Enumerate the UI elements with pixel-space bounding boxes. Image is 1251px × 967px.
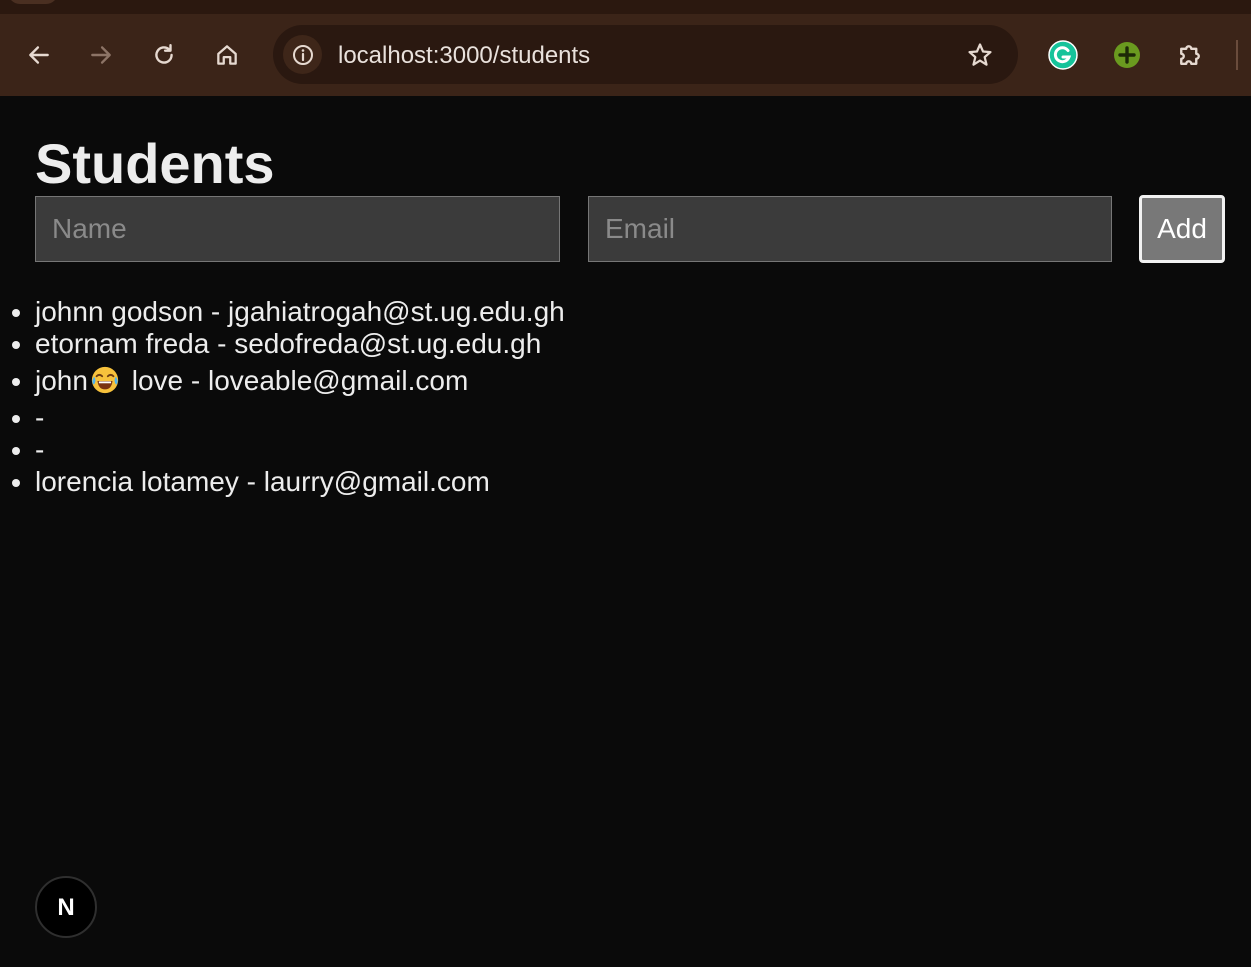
reload-icon [155,44,173,64]
student-name-first: john [35,365,88,396]
green-extension-button[interactable] [1108,36,1146,74]
back-button[interactable] [20,36,58,74]
bookmark-button[interactable] [964,39,996,71]
student-name: johnn godson [35,296,204,327]
student-separator: - [209,328,235,359]
star-icon [968,43,992,66]
student-list: johnn godson - jgahiatrogah@st.ug.edu.gh… [0,296,565,498]
nextjs-dev-tools-button[interactable]: N [35,876,97,938]
student-name: lorencia lotamey [35,466,239,497]
home-icon [217,45,237,65]
extensions-menu-button[interactable] [1171,36,1209,74]
list-item: - [35,402,565,434]
student-separator: - [35,434,45,465]
tab-strip [0,0,1251,14]
nextjs-badge-letter: N [57,894,74,921]
add-button[interactable]: Add [1139,195,1225,263]
info-icon [292,44,313,65]
student-name: etornam freda [35,328,210,359]
student-email: loveable@gmail.com [207,365,469,396]
grammarly-icon [1048,40,1078,70]
student-email: laurry@gmail.com [263,466,490,497]
list-item: lorencia lotamey - laurry@gmail.com [35,466,565,498]
site-info-button[interactable] [283,35,322,74]
page-title: Students [35,132,275,195]
student-email: jgahiatrogah@st.ug.edu.gh [228,296,565,327]
students-page: Students Add johnn godson - jgahiatrogah… [0,96,1251,967]
nextjs-logo-icon: N [57,894,74,921]
address-bar[interactable]: localhost:3000/students [273,25,1018,84]
name-input[interactable] [35,196,560,262]
face-with-tears-of-joy-emoji [91,366,119,394]
list-item: - [35,434,565,466]
puzzle-piece-icon [1180,45,1200,65]
student-separator: - [183,365,208,396]
arrow-left-icon [29,46,49,64]
green-plus-extension-icon [1114,42,1140,68]
forward-button[interactable] [82,36,120,74]
browser-toolbar: localhost:3000/students [0,0,1251,96]
reload-button[interactable] [145,36,183,74]
home-button[interactable] [208,36,246,74]
arrow-right-icon [91,46,111,64]
list-item: etornam freda - sedofreda@st.ug.edu.gh [35,328,565,360]
student-separator: - [238,466,264,497]
student-separator: - [203,296,229,327]
student-email: sedofreda@st.ug.edu.gh [234,328,542,359]
toolbar-divider [1236,40,1238,70]
email-input[interactable] [588,196,1112,262]
list-item: john love - loveable@gmail.com [35,360,565,402]
student-separator: - [35,402,45,433]
student-name-rest: love [123,365,184,396]
list-item: johnn godson - jgahiatrogah@st.ug.edu.gh [35,296,565,328]
browser-tab[interactable] [8,0,58,4]
url-text[interactable]: localhost:3000/students [338,42,590,70]
grammarly-extension-button[interactable] [1044,36,1082,74]
